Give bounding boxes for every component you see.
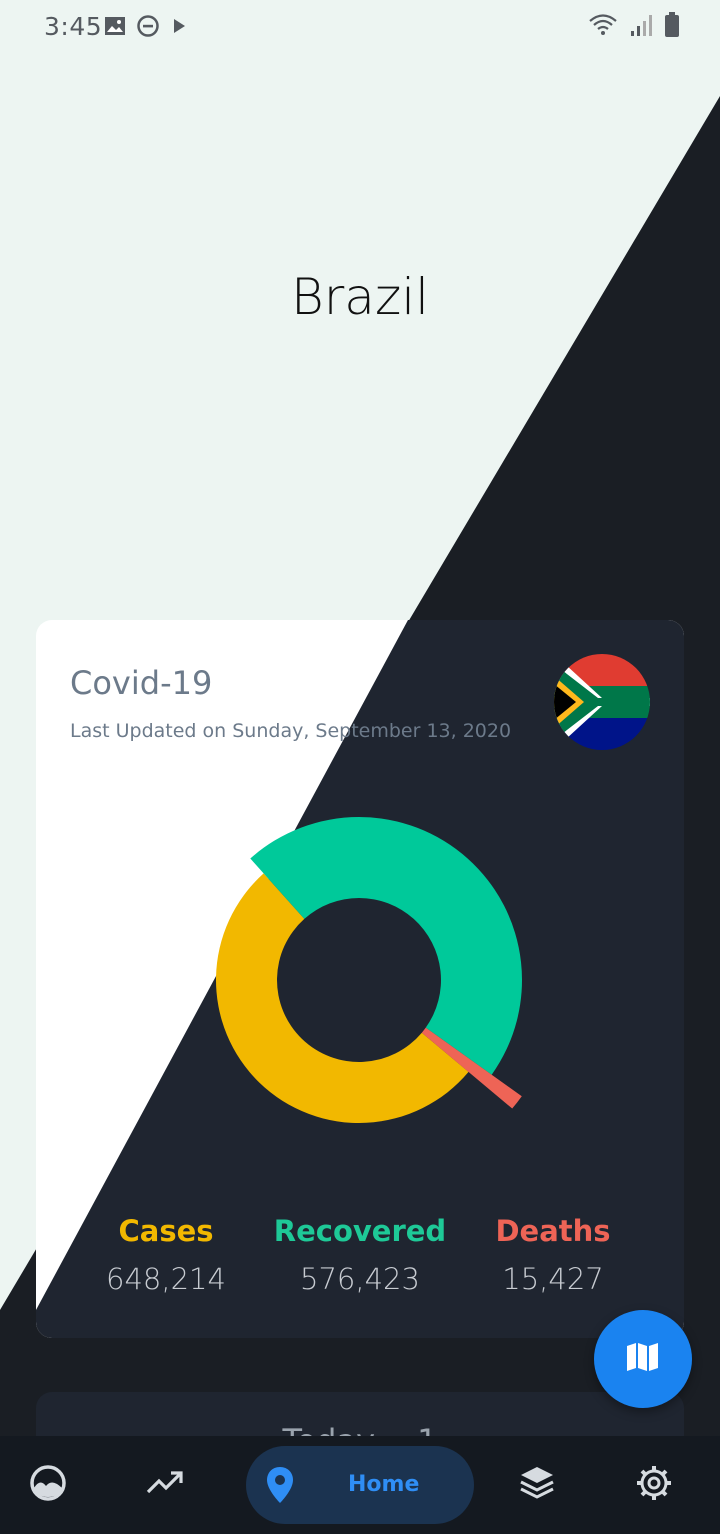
location-pin-icon xyxy=(266,1466,294,1509)
do-not-disturb-icon xyxy=(136,14,160,43)
image-icon xyxy=(104,16,126,41)
settings-gear-icon xyxy=(635,1464,673,1507)
stat-cases: Cases 648,214 xyxy=(66,1214,266,1296)
play-icon xyxy=(170,16,188,41)
nav-home[interactable]: Home xyxy=(246,1446,474,1524)
signal-icon xyxy=(630,13,652,42)
stat-recovered: Recovered 576,423 xyxy=(260,1214,460,1296)
bottom-navigation: Home xyxy=(0,1436,720,1534)
covid-donut-chart xyxy=(216,817,523,1123)
cases-value: 648,214 xyxy=(106,1262,226,1296)
map-button[interactable] xyxy=(594,1310,692,1408)
country-title: Brazil xyxy=(291,268,429,326)
stat-deaths: Deaths 15,427 xyxy=(453,1214,653,1296)
status-bar: 3:45 xyxy=(0,0,720,56)
deaths-label: Deaths xyxy=(495,1214,611,1248)
nav-home-label: Home xyxy=(348,1472,420,1497)
nav-layers[interactable] xyxy=(513,1461,561,1509)
nav-trends[interactable] xyxy=(141,1461,189,1509)
battery-icon xyxy=(664,12,680,43)
nav-settings[interactable] xyxy=(630,1461,678,1509)
covid-summary-card: Covid-19 Last Updated on Sunday, Septemb… xyxy=(36,620,684,1338)
map-icon xyxy=(625,1341,661,1378)
cases-label: Cases xyxy=(118,1214,214,1248)
recovered-label: Recovered xyxy=(273,1214,447,1248)
recovered-value: 576,423 xyxy=(300,1262,420,1296)
wifi-icon xyxy=(588,13,618,42)
globe-icon xyxy=(29,1464,67,1507)
deaths-value: 15,427 xyxy=(502,1262,604,1296)
trending-up-icon xyxy=(145,1468,185,1503)
nav-globe[interactable] xyxy=(24,1461,72,1509)
layers-icon xyxy=(518,1464,556,1507)
status-time: 3:45 xyxy=(44,12,103,41)
